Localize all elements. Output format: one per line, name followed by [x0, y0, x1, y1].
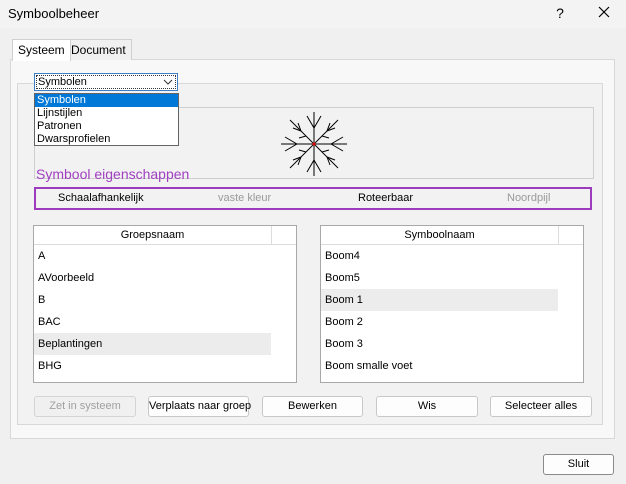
bewerken-button[interactable]: Bewerken	[262, 396, 363, 417]
chevron-down-icon	[163, 79, 173, 85]
close-window-button[interactable]	[590, 2, 618, 24]
list-item[interactable]: BAC	[34, 311, 271, 333]
close-icon	[598, 6, 610, 18]
wis-button[interactable]: Wis	[376, 396, 478, 417]
combo-dropdown: Symbolen Lijnstijlen Patronen Dwarsprofi…	[34, 93, 179, 146]
dropdown-option[interactable]: Dwarsprofielen	[35, 133, 178, 146]
symbol-list-header: Symboolnaam	[321, 226, 583, 245]
list-item[interactable]: A	[34, 245, 271, 267]
symbol-list[interactable]: Symboolnaam Boom4 Boom5 Boom 1 Boom 2 Bo…	[320, 225, 584, 383]
prop-noordpijl: Noordpijl	[507, 192, 551, 204]
prop-roteerbaar[interactable]: Roteerbaar	[358, 192, 413, 204]
column-header-groepsnaam[interactable]: Groepsnaam	[34, 226, 272, 245]
prop-vaste-kleur: vaste kleur	[218, 192, 272, 204]
list-item[interactable]: Boom 1	[321, 289, 558, 311]
window-title: Symboolbeheer	[8, 6, 100, 21]
list-item[interactable]: Boom 3	[321, 333, 558, 355]
list-item[interactable]: Boom smalle voet	[321, 355, 558, 377]
list-item[interactable]: Boom 2	[321, 311, 558, 333]
dropdown-option[interactable]: Patronen	[35, 120, 178, 133]
properties-box: Schaalafhankelijk vaste kleur Roteerbaar…	[34, 187, 592, 210]
verplaats-naar-groep-button[interactable]: Verplaats naar groep	[148, 396, 251, 417]
list-item[interactable]: Boom5	[321, 267, 558, 289]
help-button[interactable]: ?	[548, 3, 572, 23]
dropdown-option[interactable]: Lijnstijlen	[35, 107, 178, 120]
column-header-empty	[272, 226, 296, 245]
list-item[interactable]: AVoorbeeld	[34, 267, 271, 289]
tab-document[interactable]: Document	[65, 39, 132, 60]
list-item[interactable]: B	[34, 289, 271, 311]
list-item[interactable]: Boom4	[321, 245, 558, 267]
dropdown-option[interactable]: Symbolen	[35, 94, 178, 107]
list-item[interactable]: BHG	[34, 355, 271, 377]
category-combo[interactable]: Symbolen	[34, 73, 178, 91]
tab-systeem[interactable]: Systeem	[12, 39, 71, 61]
list-item[interactable]: Beplantingen	[34, 333, 271, 355]
sluit-button[interactable]: Sluit	[543, 454, 614, 475]
prop-schaalafhankelijk[interactable]: Schaalafhankelijk	[58, 192, 144, 204]
selecteer-alles-button[interactable]: Selecteer alles	[490, 396, 592, 417]
section-title: Symbool eigenschappen	[36, 166, 190, 182]
zet-in-systeem-button[interactable]: Zet in systeem	[34, 396, 136, 417]
tree-symbol-icon	[281, 112, 347, 176]
group-list[interactable]: Groepsnaam A AVoorbeeld B BAC Beplanting…	[33, 225, 297, 383]
group-list-header: Groepsnaam	[34, 226, 296, 245]
column-header-symboolnaam[interactable]: Symboolnaam	[321, 226, 559, 245]
combo-value: Symbolen	[38, 76, 87, 88]
column-header-empty	[559, 226, 583, 245]
